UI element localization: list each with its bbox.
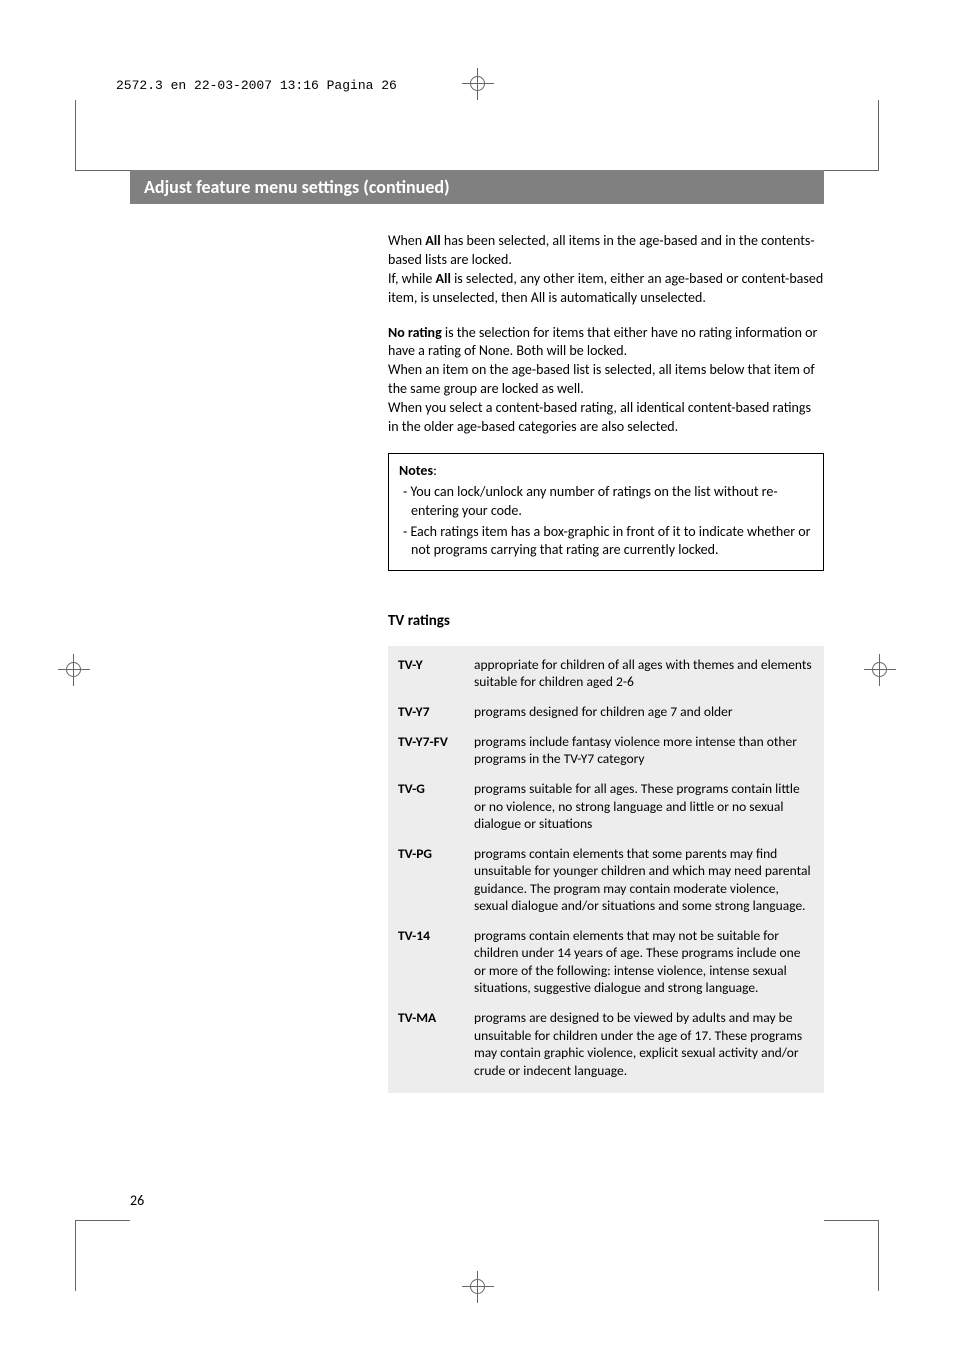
rating-description: programs suitable for all ages. These pr… [474, 780, 812, 833]
paragraph: No rating is the selection for items tha… [388, 324, 824, 437]
rating-label: TV-Y [398, 656, 474, 691]
rating-description: programs contain elements that some pare… [474, 845, 812, 915]
bold-text: All [425, 232, 440, 249]
rating-description: programs include fantasy violence more i… [474, 733, 812, 768]
rating-label: TV-14 [398, 927, 474, 997]
rating-row: TV-Y7-FV programs include fantasy violen… [398, 733, 812, 768]
rating-label: TV-Y7 [398, 703, 474, 721]
notes-box: Notes: - You can lock/unlock any number … [388, 453, 824, 571]
text: When [388, 232, 425, 249]
text: is selected, any other item, either an a… [388, 270, 823, 306]
page-number: 26 [130, 1192, 144, 1209]
crop-mark [75, 1221, 76, 1291]
rating-label: TV-PG [398, 845, 474, 915]
bold-text: No rating [388, 324, 442, 341]
notes-title: Notes [399, 462, 433, 479]
rating-row: TV-PG programs contain elements that som… [398, 845, 812, 915]
text: When you select a content-based rating, … [388, 399, 811, 435]
text: When an item on the age-based list is se… [388, 361, 815, 397]
note-item: - You can lock/unlock any number of rati… [399, 483, 813, 521]
crop-mark [75, 100, 76, 170]
colon: : [433, 462, 437, 479]
registration-mark-top [462, 68, 494, 100]
rating-description: programs designed for children age 7 and… [474, 703, 812, 721]
rating-description: programs are designed to be viewed by ad… [474, 1009, 812, 1079]
paragraph: When All has been selected, all items in… [388, 232, 824, 308]
tv-ratings-table: TV-Y appropriate for children of all age… [388, 646, 824, 1094]
crop-mark [75, 170, 130, 171]
registration-mark-left [58, 654, 90, 686]
text: is the selection for items that either h… [388, 324, 817, 360]
rating-label: TV-Y7-FV [398, 733, 474, 768]
rating-label: TV-G [398, 780, 474, 833]
text: If, while [388, 270, 436, 287]
crop-mark [878, 1221, 879, 1291]
body-column: When All has been selected, all items in… [388, 232, 824, 1093]
crop-mark [824, 170, 879, 171]
registration-mark-bottom [462, 1271, 494, 1303]
rating-row: TV-Y appropriate for children of all age… [398, 656, 812, 691]
text: has been selected, all items in the age-… [388, 232, 815, 268]
note-item: - Each ratings item has a box-graphic in… [399, 523, 813, 561]
rating-row: TV-14 programs contain elements that may… [398, 927, 812, 997]
rating-row: TV-MA programs are designed to be viewed… [398, 1009, 812, 1079]
rating-description: appropriate for children of all ages wit… [474, 656, 812, 691]
page-content: Adjust feature menu settings (continued)… [130, 170, 824, 1093]
rating-row: TV-Y7 programs designed for children age… [398, 703, 812, 721]
crop-mark [75, 1220, 130, 1221]
rating-row: TV-G programs suitable for all ages. The… [398, 780, 812, 833]
bold-text: All [436, 270, 451, 287]
tv-ratings-heading: TV ratings [388, 611, 824, 631]
rating-label: TV-MA [398, 1009, 474, 1079]
rating-description: programs contain elements that may not b… [474, 927, 812, 997]
section-title-bar: Adjust feature menu settings (continued) [130, 170, 824, 204]
registration-mark-right [864, 654, 896, 686]
crop-mark [878, 100, 879, 170]
crop-mark [824, 1220, 879, 1221]
print-slug: 2572.3 en 22-03-2007 13:16 Pagina 26 [116, 78, 397, 93]
